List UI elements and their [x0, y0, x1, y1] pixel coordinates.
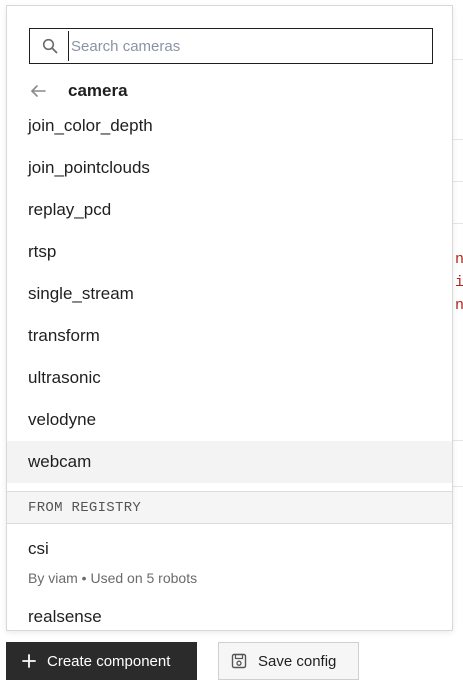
- save-icon: [231, 653, 247, 669]
- component-picker-dropdown: camera join_color_depth join_pointclouds…: [6, 5, 453, 631]
- list-item-ultrasonic[interactable]: ultrasonic: [7, 357, 452, 399]
- background-divider: [453, 223, 463, 224]
- category-title: camera: [68, 81, 128, 100]
- list-item-webcam[interactable]: webcam: [7, 441, 452, 483]
- registry-item-meta: By viam • Used on 5 robots: [28, 570, 198, 586]
- list-item-single-stream[interactable]: single_stream: [7, 273, 452, 315]
- background-code-char: i: [455, 274, 463, 291]
- list-item-transform[interactable]: transform: [7, 315, 452, 357]
- list-item-rtsp[interactable]: rtsp: [7, 231, 452, 273]
- registry-item-name: csi: [28, 539, 49, 558]
- registry-item-name: realsense: [28, 607, 102, 626]
- search-icon: [42, 38, 58, 54]
- list-item-join-pointclouds[interactable]: join_pointclouds: [7, 147, 452, 189]
- background-code-char: n: [455, 251, 463, 268]
- list-item-join-color-depth[interactable]: join_color_depth: [7, 105, 452, 147]
- background-divider: [453, 181, 463, 182]
- background-divider: [453, 59, 463, 60]
- search-box[interactable]: [29, 28, 433, 64]
- breadcrumb: camera: [29, 80, 128, 102]
- list-item-replay-pcd[interactable]: replay_pcd: [7, 189, 452, 231]
- save-config-label: Save config: [258, 652, 337, 670]
- list-item-velodyne[interactable]: velodyne: [7, 399, 452, 441]
- registry-item-csi[interactable]: csi By viam • Used on 5 robots: [28, 539, 428, 586]
- background-divider: [453, 440, 463, 441]
- arrow-left-icon[interactable]: [29, 82, 47, 100]
- background-divider: [453, 139, 463, 140]
- search-input[interactable]: [68, 31, 432, 61]
- plus-icon: [22, 654, 36, 668]
- registry-section-header: FROM REGISTRY: [7, 491, 452, 524]
- create-component-label: Create component: [47, 652, 171, 670]
- save-config-button[interactable]: Save config: [218, 642, 359, 680]
- registry-item-realsense[interactable]: realsense: [28, 607, 428, 627]
- background-code-char: n: [455, 297, 463, 314]
- model-list: join_color_depth join_pointclouds replay…: [7, 105, 452, 483]
- background-divider: [453, 486, 463, 487]
- create-component-button[interactable]: Create component: [6, 642, 197, 680]
